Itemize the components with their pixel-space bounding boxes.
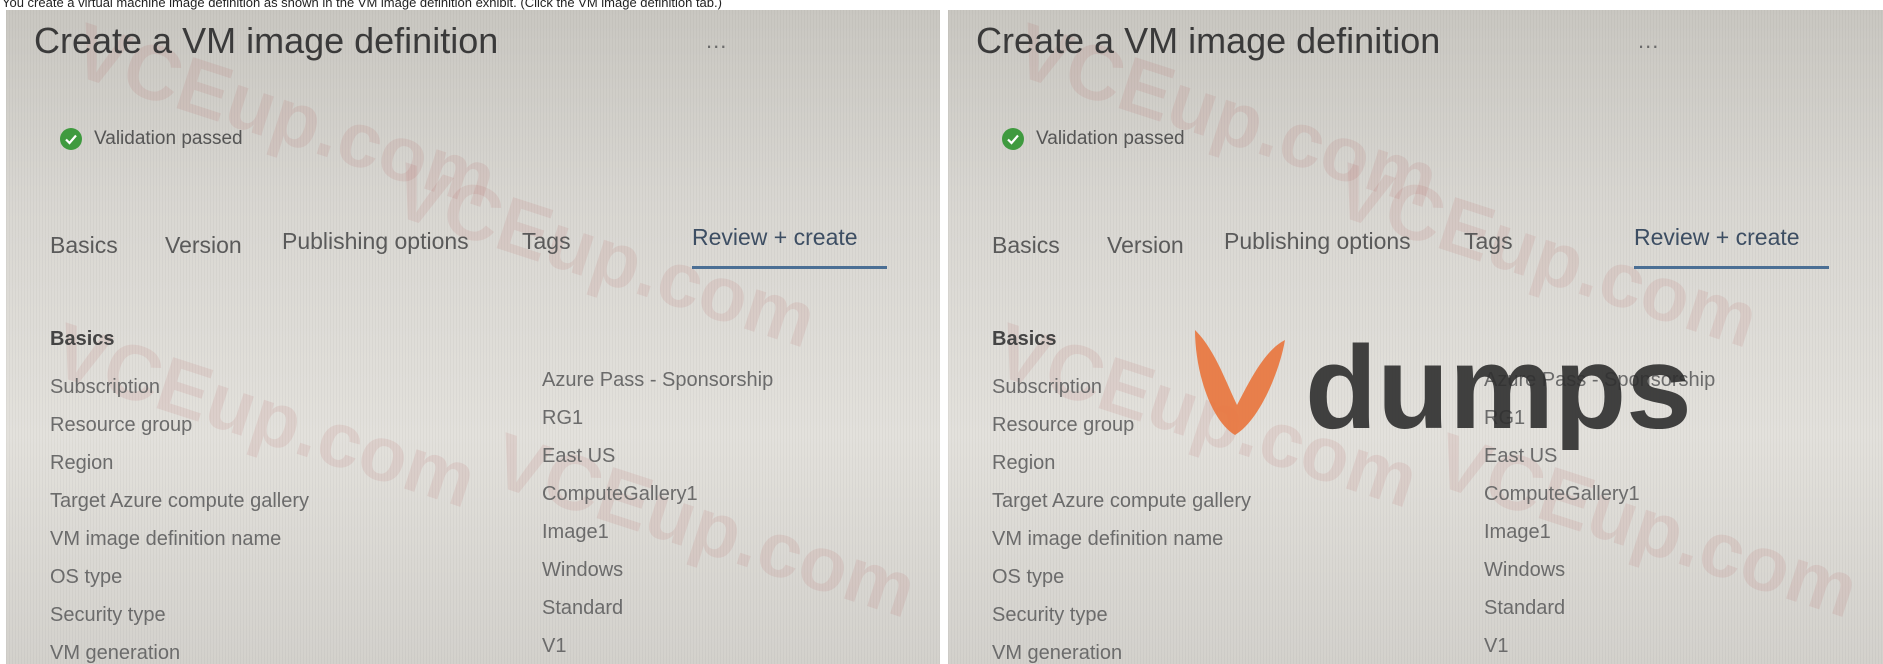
section-heading: Basics [50,328,115,350]
row-label: Security type [992,604,1108,626]
page-title: Create a VM image definition [976,20,1441,61]
summary-row: VM image definition name Image1 [50,521,910,558]
summary-row: Region East US [992,445,1852,482]
tab-version[interactable]: Version [1107,232,1184,259]
row-label: Target Azure compute gallery [992,490,1252,512]
summary-row: Resource group RG1 [992,407,1852,444]
active-tab-indicator [1634,266,1829,269]
row-label: VM generation [992,642,1123,664]
tab-bar: Basics Version Publishing options Tags R… [50,224,910,269]
row-label: Subscription [50,376,161,398]
tab-basics[interactable]: Basics [50,232,118,259]
row-label: VM generation [50,642,181,664]
row-value: Image1 [542,521,609,543]
row-value: RG1 [1484,407,1526,429]
row-value: Windows [542,559,624,581]
row-value: V1 [542,635,567,657]
row-label: Target Azure compute gallery [50,490,310,512]
row-value: Image1 [1484,521,1551,543]
row-label: Security type [50,604,166,626]
tab-tags[interactable]: Tags [522,228,571,255]
row-label: OS type [50,566,123,588]
tab-basics[interactable]: Basics [992,232,1060,259]
row-value: ComputeGallery1 [1484,483,1640,505]
row-label: Region [992,452,1056,474]
row-value: Azure Pass - Sponsorship [1484,369,1716,391]
summary-row: Region East US [50,445,910,482]
row-value: East US [1484,445,1558,467]
row-value: Azure Pass - Sponsorship [542,369,774,391]
more-options-icon[interactable]: ... [706,28,727,54]
row-value: RG1 [542,407,584,429]
summary-row: Security type Standard [992,597,1852,634]
row-value: Standard [1484,597,1566,619]
summary-row: VM image definition name Image1 [992,521,1852,558]
summary-row: Subscription Azure Pass - Sponsorship [50,369,910,406]
row-value: ComputeGallery1 [542,483,698,505]
more-options-icon[interactable]: ... [1638,28,1659,54]
checkmark-circle-icon [60,128,82,150]
row-label: Subscription [992,376,1103,398]
validation-text: Validation passed [94,128,243,149]
validation-status: Validation passed [1002,128,1185,150]
row-value: Standard [542,597,624,619]
validation-status: Validation passed [60,128,243,150]
summary-row: Subscription Azure Pass - Sponsorship [992,369,1852,406]
summary-row: VM generation V1 [992,635,1852,664]
active-tab-indicator [692,266,887,269]
section-heading: Basics [992,328,1057,350]
summary-row: OS type Windows [50,559,910,596]
tab-review-create[interactable]: Review + create [692,224,858,251]
row-label: VM image definition name [50,528,282,550]
tab-tags[interactable]: Tags [1464,228,1513,255]
checkmark-circle-icon [1002,128,1024,150]
page-title: Create a VM image definition [34,20,499,61]
row-label: VM image definition name [992,528,1224,550]
summary-row: Target Azure compute gallery ComputeGall… [50,483,910,520]
row-value: Windows [1484,559,1566,581]
summary-row: OS type Windows [992,559,1852,596]
row-label: OS type [992,566,1065,588]
summary-row: Security type Standard [50,597,910,634]
row-label: Resource group [50,414,193,436]
summary-row: Resource group RG1 [50,407,910,444]
row-label: Resource group [992,414,1135,436]
row-value: V1 [1484,635,1509,657]
tab-publishing-options[interactable]: Publishing options [282,228,469,255]
tab-version[interactable]: Version [165,232,242,259]
row-value: East US [542,445,616,467]
summary-row: VM generation V1 [50,635,910,664]
summary-row: Target Azure compute gallery ComputeGall… [992,483,1852,520]
question-caption: You create a virtual machine image defin… [2,0,722,10]
screenshot-panel-right: VCEup.com VCEup.com VCEup.com VCEup.com … [948,10,1883,664]
row-label: Region [50,452,114,474]
validation-text: Validation passed [1036,128,1185,149]
screenshot-panel-left: VCEup.com VCEup.com VCEup.com VCEup.com … [6,10,940,664]
tab-bar: Basics Version Publishing options Tags R… [992,224,1852,269]
tab-publishing-options[interactable]: Publishing options [1224,228,1411,255]
tab-review-create[interactable]: Review + create [1634,224,1800,251]
